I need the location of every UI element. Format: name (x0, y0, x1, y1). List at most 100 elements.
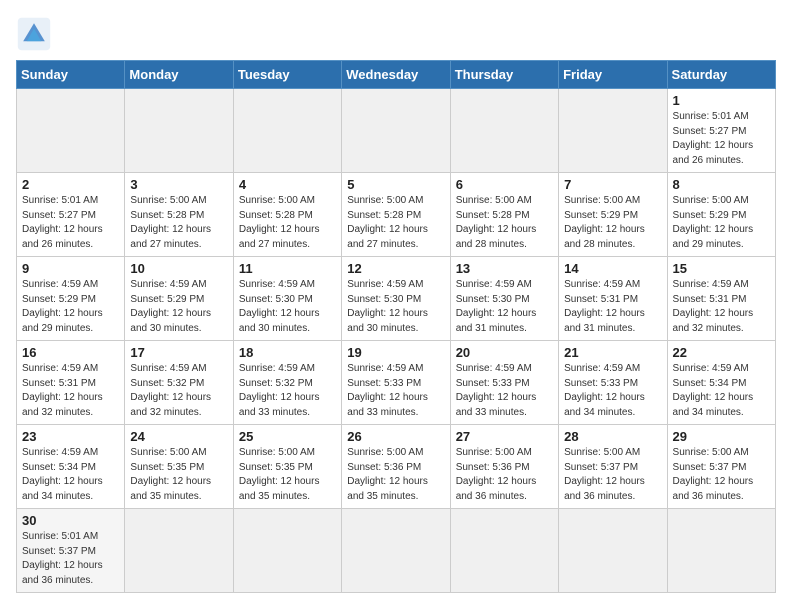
calendar-cell (450, 89, 558, 173)
calendar-cell (450, 509, 558, 593)
day-number: 3 (130, 177, 227, 192)
calendar-cell: 30 Sunrise: 5:01 AM Sunset: 5:37 PM Dayli… (17, 509, 125, 593)
day-info: Sunrise: 5:00 AM Sunset: 5:35 PM Dayligh… (130, 446, 227, 504)
calendar-week-row: 2Sunrise: 5:01 AM Sunset: 5:27 PM Daylig… (17, 173, 776, 257)
logo (16, 16, 58, 52)
calendar-cell: 29 Sunrise: 5:00 AM Sunset: 5:37 PM Dayli… (667, 425, 775, 509)
day-info: Sunrise: 4:59 AM Sunset: 5:31 PM Dayligh… (564, 278, 661, 336)
calendar-cell: 2Sunrise: 5:01 AM Sunset: 5:27 PM Daylig… (17, 173, 125, 257)
day-info: Sunrise: 4:59 AM Sunset: 5:34 PM Dayligh… (22, 446, 119, 504)
day-info: Sunrise: 5:01 AM Sunset: 5:27 PM Dayligh… (673, 110, 770, 168)
calendar-week-row: 30 Sunrise: 5:01 AM Sunset: 5:37 PM Dayli… (17, 509, 776, 593)
calendar-cell: 22 Sunrise: 4:59 AM Sunset: 5:34 PM Dayli… (667, 341, 775, 425)
weekday-header-monday: Monday (125, 61, 233, 89)
calendar-cell (125, 509, 233, 593)
day-number: 11 (239, 261, 336, 276)
calendar-cell: 3 Sunrise: 5:00 AM Sunset: 5:28 PM Daylig… (125, 173, 233, 257)
day-info: Sunrise: 4:59 AM Sunset: 5:34 PM Dayligh… (673, 362, 770, 420)
weekday-header-saturday: Saturday (667, 61, 775, 89)
day-info: Sunrise: 4:59 AM Sunset: 5:30 PM Dayligh… (456, 278, 553, 336)
calendar-cell: 12 Sunrise: 4:59 AM Sunset: 5:30 PM Dayli… (342, 257, 450, 341)
day-number: 28 (564, 429, 661, 444)
day-number: 27 (456, 429, 553, 444)
day-info: Sunrise: 4:59 AM Sunset: 5:31 PM Dayligh… (673, 278, 770, 336)
day-number: 26 (347, 429, 444, 444)
day-number: 15 (673, 261, 770, 276)
day-info: Sunrise: 5:00 AM Sunset: 5:29 PM Dayligh… (564, 194, 661, 252)
day-number: 10 (130, 261, 227, 276)
day-number: 20 (456, 345, 553, 360)
day-info: Sunrise: 4:59 AM Sunset: 5:30 PM Dayligh… (239, 278, 336, 336)
calendar-cell: 19Sunrise: 4:59 AM Sunset: 5:33 PM Dayli… (342, 341, 450, 425)
calendar-cell: 16Sunrise: 4:59 AM Sunset: 5:31 PM Dayli… (17, 341, 125, 425)
calendar-cell (233, 509, 341, 593)
weekday-header-tuesday: Tuesday (233, 61, 341, 89)
day-number: 5 (347, 177, 444, 192)
calendar-table: SundayMondayTuesdayWednesdayThursdayFrid… (16, 60, 776, 593)
day-info: Sunrise: 4:59 AM Sunset: 5:31 PM Dayligh… (22, 362, 119, 420)
day-info: Sunrise: 5:00 AM Sunset: 5:36 PM Dayligh… (347, 446, 444, 504)
calendar-cell: 17Sunrise: 4:59 AM Sunset: 5:32 PM Dayli… (125, 341, 233, 425)
day-info: Sunrise: 5:00 AM Sunset: 5:29 PM Dayligh… (673, 194, 770, 252)
day-number: 7 (564, 177, 661, 192)
weekday-header-thursday: Thursday (450, 61, 558, 89)
calendar-cell (342, 89, 450, 173)
day-info: Sunrise: 4:59 AM Sunset: 5:32 PM Dayligh… (130, 362, 227, 420)
calendar-cell: 24Sunrise: 5:00 AM Sunset: 5:35 PM Dayli… (125, 425, 233, 509)
day-info: Sunrise: 4:59 AM Sunset: 5:29 PM Dayligh… (130, 278, 227, 336)
weekday-header-row: SundayMondayTuesdayWednesdayThursdayFrid… (17, 61, 776, 89)
day-info: Sunrise: 5:00 AM Sunset: 5:36 PM Dayligh… (456, 446, 553, 504)
calendar-cell: 14 Sunrise: 4:59 AM Sunset: 5:31 PM Dayli… (559, 257, 667, 341)
day-number: 30 (22, 513, 119, 528)
day-number: 12 (347, 261, 444, 276)
day-number: 4 (239, 177, 336, 192)
day-number: 9 (22, 261, 119, 276)
day-info: Sunrise: 4:59 AM Sunset: 5:30 PM Dayligh… (347, 278, 444, 336)
day-number: 22 (673, 345, 770, 360)
day-info: Sunrise: 5:00 AM Sunset: 5:28 PM Dayligh… (347, 194, 444, 252)
weekday-header-friday: Friday (559, 61, 667, 89)
calendar-week-row: 9 Sunrise: 4:59 AM Sunset: 5:29 PM Daylig… (17, 257, 776, 341)
day-number: 19 (347, 345, 444, 360)
logo-icon (16, 16, 52, 52)
weekday-header-sunday: Sunday (17, 61, 125, 89)
day-number: 6 (456, 177, 553, 192)
calendar-cell (125, 89, 233, 173)
day-info: Sunrise: 5:00 AM Sunset: 5:37 PM Dayligh… (564, 446, 661, 504)
day-info: Sunrise: 4:59 AM Sunset: 5:29 PM Dayligh… (22, 278, 119, 336)
day-info: Sunrise: 5:00 AM Sunset: 5:28 PM Dayligh… (456, 194, 553, 252)
calendar-cell: 10 Sunrise: 4:59 AM Sunset: 5:29 PM Dayli… (125, 257, 233, 341)
day-number: 1 (673, 93, 770, 108)
calendar-cell: 18 Sunrise: 4:59 AM Sunset: 5:32 PM Dayli… (233, 341, 341, 425)
calendar-cell: 26 Sunrise: 5:00 AM Sunset: 5:36 PM Dayli… (342, 425, 450, 509)
day-info: Sunrise: 4:59 AM Sunset: 5:33 PM Dayligh… (564, 362, 661, 420)
day-info: Sunrise: 5:01 AM Sunset: 5:27 PM Dayligh… (22, 194, 119, 252)
day-number: 25 (239, 429, 336, 444)
calendar-cell: 7 Sunrise: 5:00 AM Sunset: 5:29 PM Daylig… (559, 173, 667, 257)
calendar-cell (559, 89, 667, 173)
calendar-cell (342, 509, 450, 593)
day-number: 18 (239, 345, 336, 360)
day-info: Sunrise: 5:00 AM Sunset: 5:35 PM Dayligh… (239, 446, 336, 504)
calendar-cell: 9 Sunrise: 4:59 AM Sunset: 5:29 PM Daylig… (17, 257, 125, 341)
day-info: Sunrise: 5:00 AM Sunset: 5:37 PM Dayligh… (673, 446, 770, 504)
calendar-week-row: 16Sunrise: 4:59 AM Sunset: 5:31 PM Dayli… (17, 341, 776, 425)
calendar-cell: 4 Sunrise: 5:00 AM Sunset: 5:28 PM Daylig… (233, 173, 341, 257)
calendar-cell: 28 Sunrise: 5:00 AM Sunset: 5:37 PM Dayli… (559, 425, 667, 509)
day-number: 13 (456, 261, 553, 276)
day-number: 21 (564, 345, 661, 360)
weekday-header-wednesday: Wednesday (342, 61, 450, 89)
day-info: Sunrise: 5:01 AM Sunset: 5:37 PM Dayligh… (22, 530, 119, 588)
calendar-cell: 5 Sunrise: 5:00 AM Sunset: 5:28 PM Daylig… (342, 173, 450, 257)
day-info: Sunrise: 5:00 AM Sunset: 5:28 PM Dayligh… (130, 194, 227, 252)
day-number: 14 (564, 261, 661, 276)
calendar-cell: 8Sunrise: 5:00 AM Sunset: 5:29 PM Daylig… (667, 173, 775, 257)
day-info: Sunrise: 4:59 AM Sunset: 5:32 PM Dayligh… (239, 362, 336, 420)
day-info: Sunrise: 5:00 AM Sunset: 5:28 PM Dayligh… (239, 194, 336, 252)
calendar-cell (17, 89, 125, 173)
calendar-cell: 1 Sunrise: 5:01 AM Sunset: 5:27 PM Daylig… (667, 89, 775, 173)
day-number: 29 (673, 429, 770, 444)
calendar-week-row: 1 Sunrise: 5:01 AM Sunset: 5:27 PM Daylig… (17, 89, 776, 173)
calendar-cell: 25 Sunrise: 5:00 AM Sunset: 5:35 PM Dayli… (233, 425, 341, 509)
page-header (16, 16, 776, 52)
